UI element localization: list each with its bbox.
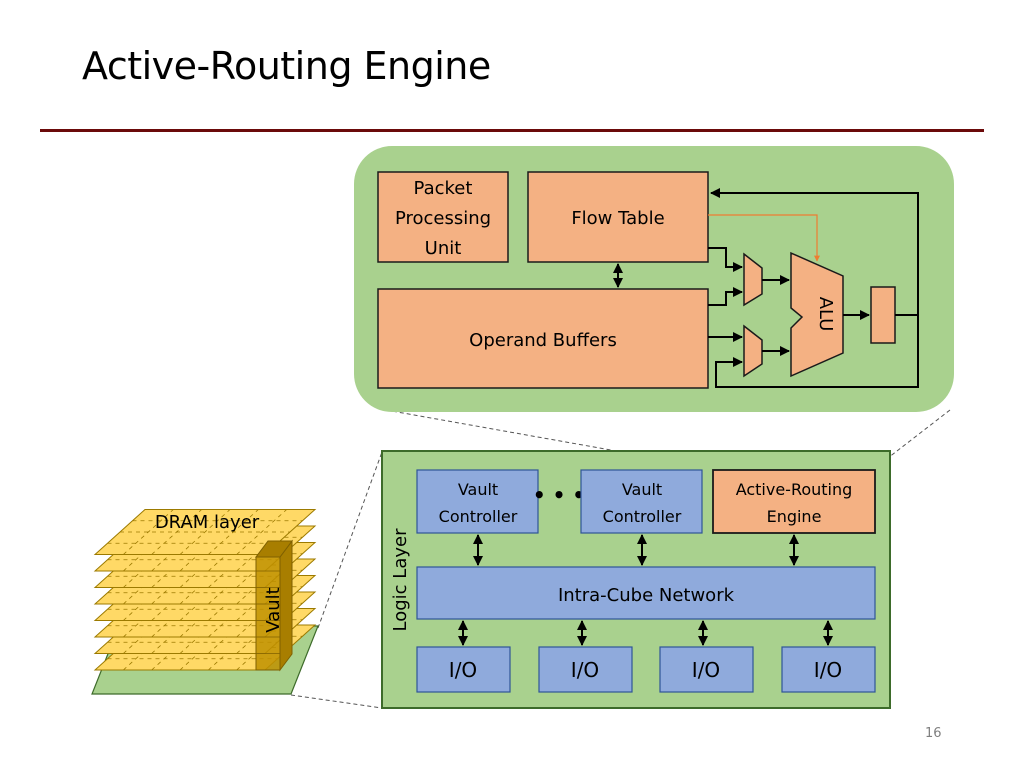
memory-cube-stack: [91, 509, 319, 695]
flow-table-label: Flow Table: [571, 208, 664, 229]
are-line2: Engine: [767, 507, 822, 526]
io-port-3-label: I/O: [692, 658, 720, 682]
io-port-4-label: I/O: [814, 658, 842, 682]
engine-detail-panel: Packet Processing Unit Flow Table Operan…: [354, 146, 954, 412]
io-port-2-label: I/O: [571, 658, 599, 682]
vault-controller-2-line2: Controller: [603, 507, 682, 526]
operand-buffers-label: Operand Buffers: [469, 330, 617, 351]
flow-table: Flow Table: [527, 171, 709, 263]
output-register: [870, 286, 896, 344]
ellipsis-more-vaults: • • •: [533, 483, 585, 507]
vault-label: Vault: [263, 587, 284, 632]
ppu-label-line3: Unit: [425, 238, 462, 259]
io-port-4: I/O: [781, 646, 876, 693]
vault-controller-1-line2: Controller: [439, 507, 518, 526]
io-port-1-label: I/O: [449, 658, 477, 682]
operand-buffers: Operand Buffers: [377, 288, 709, 389]
architecture-diagram: Packet Processing Unit Flow Table Operan…: [91, 146, 954, 709]
are-line1: Active-Routing: [736, 480, 853, 499]
dram-layer-label: DRAM layer: [155, 512, 260, 533]
ppu-label-line2: Processing: [395, 208, 491, 229]
packet-processing-unit: Packet Processing Unit: [377, 171, 509, 263]
vault-controller-2-line1: Vault: [622, 480, 662, 499]
logic-layer-label: Logic Layer: [390, 528, 411, 632]
vault-controller-1: Vault Controller: [416, 469, 539, 534]
io-port-2: I/O: [538, 646, 633, 693]
io-port-1: I/O: [416, 646, 511, 693]
active-routing-engine-box: Active-Routing Engine: [712, 469, 876, 534]
ppu-label-line1: Packet: [414, 178, 473, 199]
vault-controller-1-line1: Vault: [458, 480, 498, 499]
intra-cube-network: Intra-Cube Network: [416, 566, 876, 620]
page-number: 16: [925, 726, 942, 741]
logic-layer-panel: Logic Layer Vault Controller • • • Vault…: [381, 450, 891, 709]
alu-label: ALU: [815, 297, 836, 332]
io-port-3: I/O: [659, 646, 754, 693]
vault-controller-2: Vault Controller: [580, 469, 703, 534]
network-label: Intra-Cube Network: [558, 585, 735, 606]
